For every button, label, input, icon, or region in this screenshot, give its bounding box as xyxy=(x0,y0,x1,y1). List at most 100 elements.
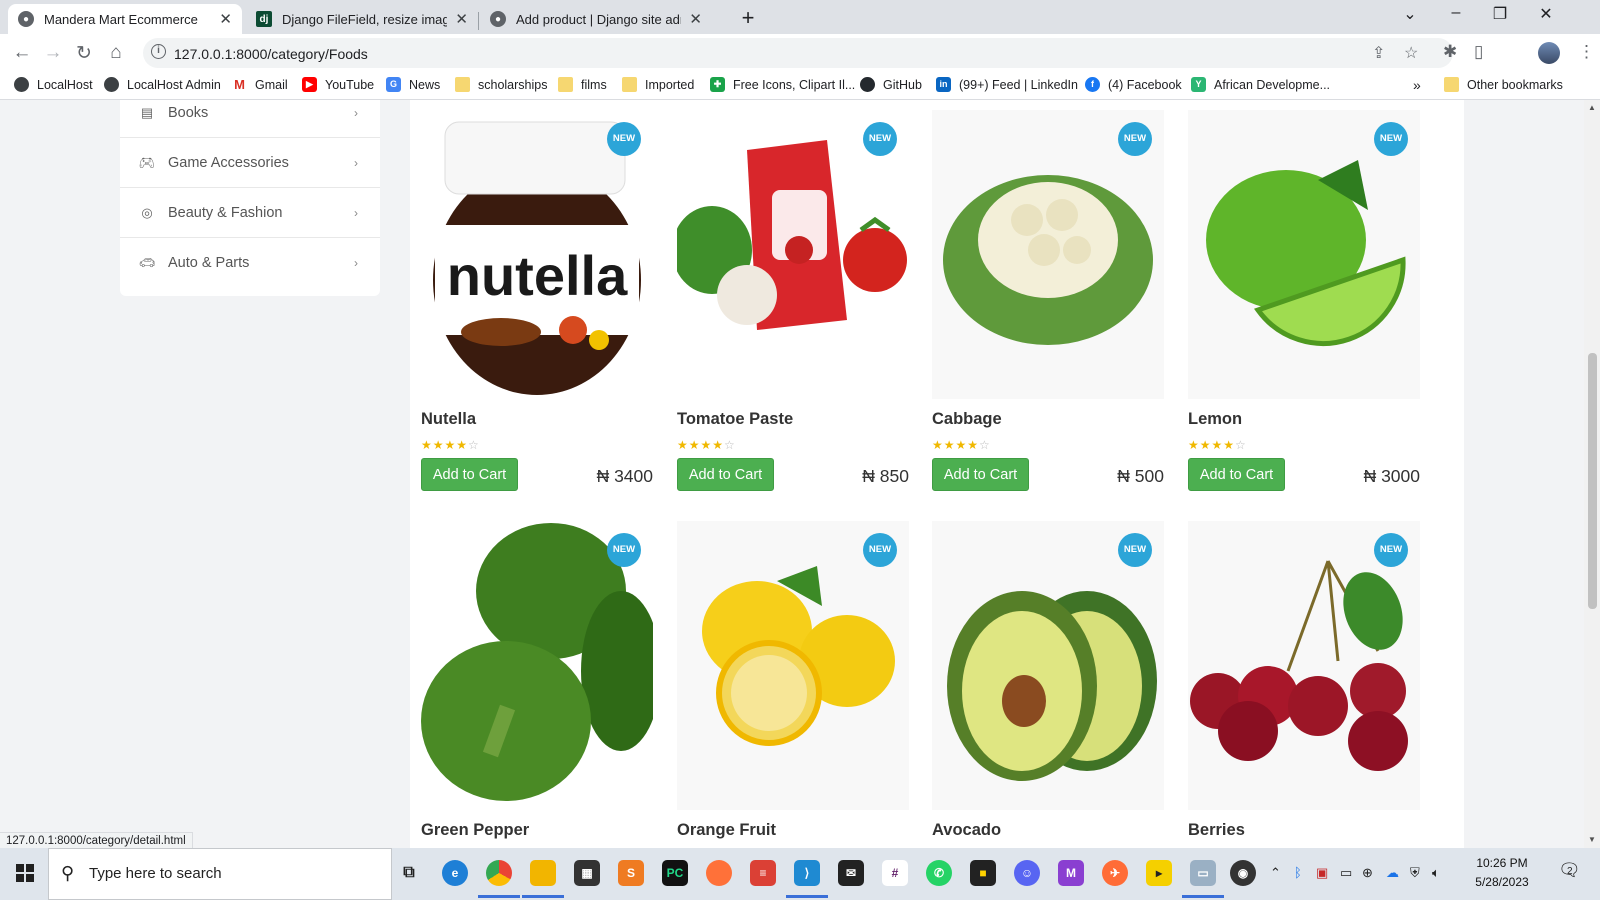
page-scrollbar[interactable]: ▲ ▼ xyxy=(1584,100,1600,848)
product-name[interactable]: Berries xyxy=(1188,821,1245,840)
product-name[interactable]: Lemon xyxy=(1188,410,1242,429)
add-to-cart-button[interactable]: Add to Cart xyxy=(1188,458,1285,491)
bookmark-african-development[interactable]: Y African Developme... xyxy=(1191,77,1330,92)
system-clock[interactable]: 10:26 PM 5/28/2023 xyxy=(1462,854,1542,892)
vscode-icon[interactable]: ⟩ xyxy=(786,860,828,898)
bookmark-gmail[interactable]: M Gmail xyxy=(232,77,288,92)
onedrive-icon[interactable]: ☁ xyxy=(1386,865,1399,881)
back-icon[interactable]: ← xyxy=(11,42,33,64)
product-name[interactable]: Tomatoe Paste xyxy=(677,410,793,429)
tray-app-icon[interactable]: ▣ xyxy=(1316,865,1328,881)
notification-center-icon[interactable]: 🗨︎ 2 xyxy=(1558,860,1581,881)
close-window-icon[interactable]: ✕ xyxy=(1526,4,1566,24)
bookmark-facebook[interactable]: f (4) Facebook xyxy=(1085,77,1182,92)
tab-search-chevron-icon[interactable]: ⌄ xyxy=(1390,4,1430,24)
tab-django-admin[interactable]: ● Add product | Django site admin ✕ xyxy=(480,4,712,34)
reload-icon[interactable]: ↻ xyxy=(73,42,95,65)
firefox-icon[interactable] xyxy=(706,860,732,886)
product-name[interactable]: Cabbage xyxy=(932,410,1002,429)
slack-icon[interactable]: # xyxy=(882,860,908,886)
tab-django-filefield[interactable]: dj Django FileField, resize image be ✕ xyxy=(246,4,478,34)
store-icon[interactable]: ▦ xyxy=(574,860,600,886)
scroll-up-arrow-icon[interactable]: ▲ xyxy=(1584,100,1600,116)
category-game-accessories[interactable]: 🎮︎ Game Accessories › xyxy=(120,138,380,188)
scrollbar-thumb[interactable] xyxy=(1588,353,1597,609)
folder-icon xyxy=(622,77,637,92)
screen-app-icon[interactable]: ▭ xyxy=(1182,860,1224,898)
product-image-lemon[interactable]: NEW xyxy=(1188,110,1420,399)
side-panel-icon[interactable]: ▯ xyxy=(1474,42,1483,62)
whatsapp-icon[interactable]: ✆ xyxy=(926,860,952,886)
profile-avatar[interactable] xyxy=(1538,42,1560,64)
taskbar-search-box[interactable]: ⚲ Type here to search xyxy=(48,848,392,900)
volume-icon[interactable]: 🔈︎ xyxy=(1432,865,1440,881)
menu-kebab-icon[interactable]: ⋮ xyxy=(1578,42,1595,62)
bookmark-free-icons[interactable]: ✚ Free Icons, Clipart Il... xyxy=(710,77,855,92)
product-name[interactable]: Avocado xyxy=(932,821,1001,840)
address-url[interactable]: 127.0.0.1:8000/category/Foods xyxy=(174,46,368,62)
product-image-avocado[interactable]: NEW xyxy=(932,521,1164,810)
product-name[interactable]: Green Pepper xyxy=(421,821,529,840)
security-shield-icon[interactable]: ⛨ xyxy=(1410,865,1420,881)
product-image-tomatoe-paste[interactable]: NEW xyxy=(677,110,909,399)
category-beauty-fashion[interactable]: ◎ Beauty & Fashion › xyxy=(120,188,380,238)
product-name[interactable]: Orange Fruit xyxy=(677,821,776,840)
bookmark-localhost[interactable]: LocalHost xyxy=(14,77,93,92)
bookmark-films[interactable]: films xyxy=(558,77,607,92)
task-view-icon[interactable]: ⧉ xyxy=(396,860,422,886)
product-image-orange-fruit[interactable]: NEW xyxy=(677,521,909,810)
windows-start-icon[interactable] xyxy=(16,864,34,882)
close-tab-icon[interactable]: ✕ xyxy=(219,10,232,28)
product-image-cabbage[interactable]: NEW xyxy=(932,110,1164,399)
category-auto-parts[interactable]: 🚗︎ Auto & Parts › xyxy=(120,238,380,288)
bookmark-github[interactable]: GitHub xyxy=(860,77,922,92)
minimize-icon[interactable]: – xyxy=(1436,4,1476,22)
pycharm-icon[interactable]: PC xyxy=(662,860,688,886)
bookmark-localhost-admin[interactable]: LocalHost Admin xyxy=(104,77,221,92)
extensions-icon[interactable]: ✱ xyxy=(1443,42,1457,62)
add-to-cart-button[interactable]: Add to Cart xyxy=(677,458,774,491)
discord-icon[interactable]: ☺ xyxy=(1014,860,1040,886)
sticky-app-icon[interactable]: ▸ xyxy=(1146,860,1172,886)
sticky-notes-icon[interactable]: ■ xyxy=(970,860,996,886)
scroll-down-arrow-icon[interactable]: ▼ xyxy=(1584,832,1600,848)
category-books[interactable]: ▤ Books › xyxy=(120,100,380,138)
tray-chevron-up-icon[interactable]: ⌃ xyxy=(1270,865,1281,881)
add-to-cart-button[interactable]: Add to Cart xyxy=(932,458,1029,491)
share-icon[interactable]: ⇪ xyxy=(1372,43,1385,63)
bookmark-youtube[interactable]: ▶ YouTube xyxy=(302,77,374,92)
battery-icon[interactable]: ▭ xyxy=(1340,865,1352,881)
new-tab-button[interactable]: + xyxy=(735,6,761,32)
bookmark-news[interactable]: G News xyxy=(386,77,440,92)
bluetooth-icon[interactable]: ᛒ xyxy=(1294,865,1302,880)
forward-icon[interactable]: → xyxy=(42,42,64,64)
m-app-icon[interactable]: M xyxy=(1058,860,1084,886)
address-bar[interactable]: i 127.0.0.1:8000/category/Foods ⇪ ☆ xyxy=(143,38,1453,68)
bookmark-imported[interactable]: Imported xyxy=(622,77,694,92)
add-to-cart-button[interactable]: Add to Cart xyxy=(421,458,518,491)
product-image-berries[interactable]: NEW xyxy=(1188,521,1420,810)
close-tab-icon[interactable]: ✕ xyxy=(455,10,468,28)
product-image-nutella[interactable]: nutella NEW xyxy=(421,110,653,399)
other-bookmarks[interactable]: Other bookmarks xyxy=(1444,77,1563,92)
file-explorer-icon[interactable] xyxy=(522,860,564,898)
restore-icon[interactable]: ❐ xyxy=(1480,4,1520,24)
network-globe-icon[interactable]: ⊕ xyxy=(1362,865,1373,881)
bookmark-scholarships[interactable]: scholarships xyxy=(455,77,547,92)
close-tab-icon[interactable]: ✕ xyxy=(689,10,702,28)
tab-mandera-mart[interactable]: ● Mandera Mart Ecommerce ✕ xyxy=(8,4,242,34)
bookmark-star-icon[interactable]: ☆ xyxy=(1404,43,1418,63)
edge-icon[interactable]: e xyxy=(442,860,468,886)
product-name[interactable]: Nutella xyxy=(421,410,476,429)
chrome-icon[interactable] xyxy=(478,860,520,898)
mail-icon[interactable]: ✉ xyxy=(838,860,864,886)
bookmark-linkedin[interactable]: in (99+) Feed | LinkedIn xyxy=(936,77,1078,92)
more-bookmarks-button[interactable]: » xyxy=(1413,77,1421,93)
site-info-icon[interactable]: i xyxy=(151,44,166,59)
postman-icon[interactable]: ✈ xyxy=(1102,860,1128,886)
todoist-icon[interactable]: ≡ xyxy=(750,860,776,886)
product-image-green-pepper[interactable]: NEW xyxy=(421,521,653,810)
sublime-text-icon[interactable]: S xyxy=(618,860,644,886)
obs-icon[interactable]: ◉ xyxy=(1230,860,1256,886)
home-icon[interactable]: ⌂ xyxy=(105,42,127,64)
